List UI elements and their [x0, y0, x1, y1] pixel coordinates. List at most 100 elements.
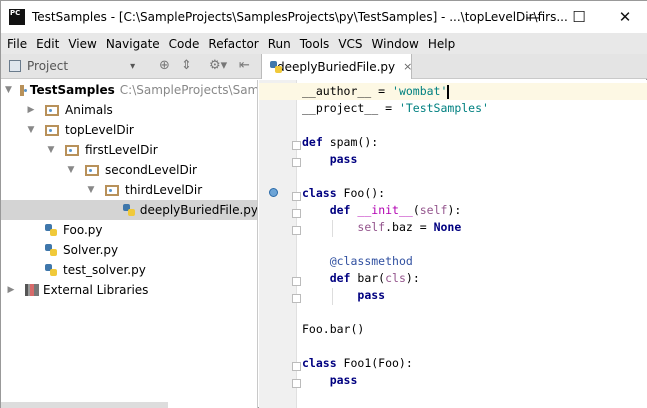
fold-marker-icon[interactable]	[292, 192, 301, 201]
menu-vcs[interactable]: VCS	[334, 37, 367, 51]
code-token: ):	[405, 271, 420, 285]
code-token: pass	[329, 152, 358, 166]
python-file-icon	[45, 243, 57, 257]
folder-icon	[85, 164, 99, 176]
expanded-arrow-icon[interactable]: ▼	[65, 165, 77, 175]
tab-label: deeplyBuriedFile.py	[277, 59, 396, 74]
code-line: pass	[302, 151, 489, 168]
code-token: pass	[357, 288, 386, 302]
expanded-arrow-icon[interactable]: ▼	[25, 125, 37, 135]
fold-marker-icon[interactable]	[292, 158, 301, 167]
code-token: 'TestSamples'	[398, 101, 489, 115]
tree-item-label: thirdLevelDir	[125, 183, 203, 197]
menu-run[interactable]: Run	[264, 37, 296, 51]
folder-icon	[19, 84, 27, 96]
fold-marker-icon[interactable]	[292, 294, 301, 303]
fold-marker-icon[interactable]	[292, 362, 301, 371]
code-line: Foo.bar()	[302, 321, 489, 338]
code-token: self	[419, 203, 448, 217]
maximize-button[interactable]: ☐	[556, 1, 602, 33]
locate-file-icon[interactable]: ⊕	[159, 58, 170, 73]
tree-item[interactable]: ▶ External Libraries	[1, 280, 257, 300]
menu-edit[interactable]: Edit	[32, 37, 64, 51]
tree-item[interactable]: ▼ TestSamples C:\SampleProjects\SamplesPro…	[1, 80, 257, 100]
gear-icon[interactable]: ⚙▾	[209, 58, 227, 73]
code-line: __project__ = 'TestSamples'	[302, 100, 489, 117]
editor-gutter	[259, 80, 297, 408]
project-tree: ▼ TestSamples C:\SampleProjects\SamplesPro…	[1, 80, 258, 408]
implemented-by-icon[interactable]	[269, 188, 278, 197]
code-token: __init__	[357, 203, 413, 217]
collapse-all-icon[interactable]: ⇕	[181, 58, 192, 73]
folder-icon	[45, 104, 59, 116]
hide-panel-icon[interactable]: ⇤	[239, 58, 250, 73]
text-cursor	[447, 84, 450, 99]
fold-marker-icon[interactable]	[292, 379, 301, 388]
fold-marker-icon[interactable]	[292, 209, 301, 218]
code-token: class	[302, 356, 337, 370]
tree-item-label: Animals	[65, 103, 113, 117]
tree-item[interactable]: Foo.py	[1, 220, 257, 240]
tree-item[interactable]: ▼ secondLevelDir	[1, 160, 257, 180]
tree-item-label: TestSamples	[29, 83, 115, 97]
code-token: 'wombat'	[392, 84, 448, 98]
tree-item[interactable]: ▶ Animals	[1, 100, 257, 120]
tree-item-label: test_solver.py	[63, 263, 146, 277]
tree-item[interactable]: ▼ firstLevelDir	[1, 140, 257, 160]
close-tab-icon[interactable]: ×	[403, 60, 412, 73]
code-token: .baz =	[385, 220, 434, 234]
tree-item-label: secondLevelDir	[105, 163, 197, 177]
expanded-arrow-icon[interactable]: ▼	[5, 85, 12, 95]
fold-marker-icon[interactable]	[292, 277, 301, 286]
code-token: None	[433, 220, 462, 234]
menu-window[interactable]: Window	[368, 37, 424, 51]
code-text[interactable]: __author__ = 'wombat' __project__ = 'Test…	[302, 83, 489, 389]
tree-item-label: deeplyBuriedFile.py	[139, 203, 258, 217]
tree-item[interactable]: Solver.py	[1, 240, 257, 260]
menu-file[interactable]: File	[3, 37, 32, 51]
code-line: class Foo():	[302, 185, 489, 202]
collapsed-arrow-icon[interactable]: ▶	[25, 105, 37, 115]
menu-code[interactable]: Code	[165, 37, 205, 51]
code-line: pass	[302, 372, 489, 389]
tree-item[interactable]: test_solver.py	[1, 260, 257, 280]
close-window-button[interactable]: ✕	[602, 1, 647, 33]
menu-navigate[interactable]: Navigate	[102, 37, 165, 51]
chevron-down-icon[interactable]: ▾	[130, 61, 135, 72]
code-token: Foo.bar()	[302, 322, 365, 336]
horizontal-scrollbar[interactable]	[1, 402, 168, 408]
code-line: class Foo1(Foo):	[302, 355, 489, 372]
code-token: __project__ =	[302, 101, 399, 115]
tree-item[interactable]: ▼ topLevelDir	[1, 120, 257, 140]
menu-tools[interactable]: Tools	[296, 37, 335, 51]
tree-item-label: Solver.py	[63, 243, 119, 257]
code-token: def	[302, 135, 323, 149]
code-editor[interactable]: __author__ = 'wombat' __project__ = 'Test…	[259, 80, 647, 408]
title-bar: PC TestSamples - [C:\SampleProjects\Samp…	[1, 1, 647, 33]
menu-view[interactable]: View	[64, 37, 101, 51]
project-icon	[9, 60, 21, 72]
tool-window-bar: Project ▾ ⊕ ⇕ ⚙▾ ⇤ deeplyBuriedFile.py ×	[1, 54, 647, 79]
expanded-arrow-icon[interactable]: ▼	[45, 145, 57, 155]
tree-item[interactable]: deeplyBuriedFile.py	[1, 200, 258, 220]
minimize-button[interactable]: —	[510, 1, 556, 33]
code-token: ):	[447, 203, 462, 217]
fold-marker-icon[interactable]	[292, 141, 301, 150]
python-file-icon	[123, 203, 136, 217]
collapsed-arrow-icon[interactable]: ▶	[5, 285, 17, 295]
fold-marker-icon[interactable]	[292, 226, 301, 235]
project-view-selector[interactable]: Project ▾	[9, 59, 135, 73]
tab-deeply-buried-file[interactable]: deeplyBuriedFile.py ×	[261, 54, 412, 79]
menu-refactor[interactable]: Refactor	[204, 37, 263, 51]
menu-help[interactable]: Help	[424, 37, 460, 51]
tree-item[interactable]: ▼ thirdLevelDir	[1, 180, 257, 200]
expanded-arrow-icon[interactable]: ▼	[85, 185, 97, 195]
library-icon	[25, 284, 39, 296]
